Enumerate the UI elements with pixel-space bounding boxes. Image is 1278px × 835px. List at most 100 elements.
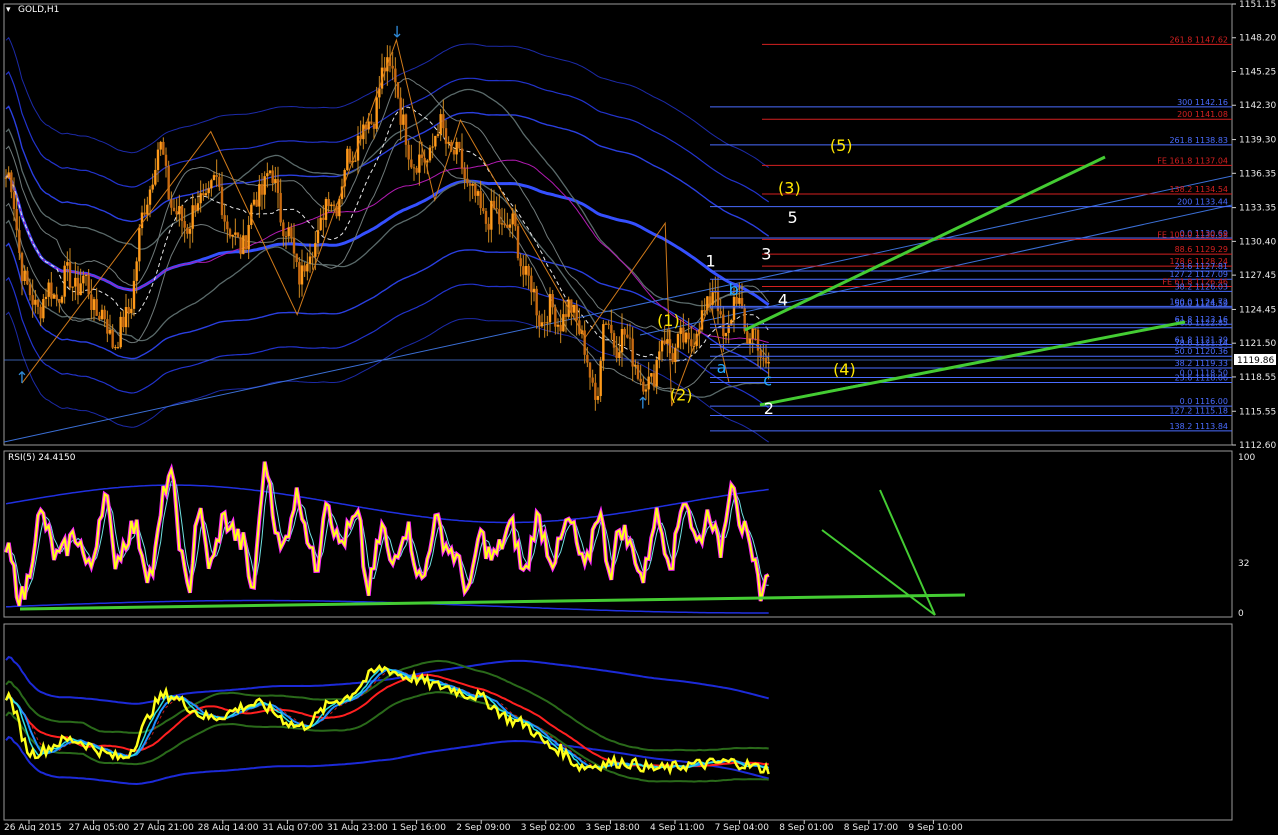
candle-body	[292, 237, 296, 254]
candle-body	[431, 146, 434, 148]
candle-body	[279, 192, 282, 223]
candle-body	[20, 252, 24, 282]
fib-level-label: 0.0 1116.00	[1180, 397, 1228, 406]
candle-body	[188, 228, 192, 234]
fib-level-label: 38.2 1119.33	[1175, 359, 1228, 368]
candle-body	[604, 323, 608, 325]
candle-body	[215, 175, 218, 177]
price-tick-label: 1148.20	[1239, 34, 1276, 44]
candle-body	[722, 314, 725, 337]
time-tick-label: 31 Aug 07:00	[262, 823, 323, 831]
candle-body	[95, 299, 98, 316]
candle-body	[444, 128, 448, 144]
candle-body	[455, 141, 458, 155]
fib-level-label: 138.2 1134.54	[1169, 185, 1228, 194]
candle-body	[631, 338, 634, 367]
candle-body	[367, 121, 370, 130]
candle-body	[500, 223, 504, 225]
candle-body	[460, 148, 464, 169]
candle-body	[172, 207, 176, 212]
candle-body	[42, 298, 45, 319]
candle-body	[754, 328, 757, 330]
candle-body	[575, 304, 578, 321]
candle-body	[330, 204, 333, 207]
candle-body	[618, 352, 621, 358]
fib-level-label: 78.6 1121.14	[1175, 338, 1228, 347]
candle-body	[639, 378, 642, 382]
candle-body	[476, 191, 480, 196]
candle-body	[468, 183, 472, 186]
candle-body	[308, 256, 312, 264]
candle-body	[687, 332, 690, 340]
candle-body	[372, 123, 376, 129]
candle-body	[276, 179, 280, 193]
candle-body	[58, 299, 61, 303]
candle-body	[164, 154, 168, 166]
candle-body	[620, 329, 624, 353]
candle-body	[26, 270, 29, 285]
candle-body	[519, 258, 522, 267]
candle-body	[114, 347, 117, 349]
rsi-scale-label: 0	[1238, 609, 1244, 619]
candle-body	[650, 373, 653, 377]
candle-body	[540, 322, 544, 327]
wave-label: c	[763, 371, 772, 390]
candle-body	[319, 217, 322, 231]
candle-body	[479, 191, 482, 209]
candle-body	[236, 232, 240, 238]
time-tick-label: 1 Sep 16:00	[392, 823, 447, 831]
candle-body	[490, 200, 493, 230]
candle-body	[36, 299, 40, 307]
candle-body	[84, 274, 88, 276]
candle-body	[426, 160, 429, 163]
fib-level-label: 200 1133.44	[1177, 198, 1228, 207]
time-tick-label: 2 Sep 09:00	[456, 823, 511, 831]
candle-body	[748, 338, 752, 344]
candle-body	[10, 172, 13, 193]
candle-body	[234, 232, 237, 235]
candle-body	[124, 307, 128, 328]
candle-body	[482, 208, 485, 212]
candle-body	[148, 189, 152, 205]
candle-body	[404, 114, 408, 145]
candle-body	[119, 316, 122, 348]
candle-body	[767, 361, 770, 364]
candle-body	[210, 180, 213, 189]
candle-body	[354, 160, 357, 162]
candle-body	[591, 377, 594, 383]
candle-body	[196, 203, 200, 211]
candle-body	[140, 212, 144, 229]
candle-body	[258, 184, 261, 207]
candle-body	[466, 178, 469, 184]
candle-body	[498, 209, 501, 225]
candle-body	[231, 234, 234, 237]
chart-window: 261.8 1147.62 300 1142.16 200 1141.08 261.8…	[0, 0, 1278, 833]
candle-body	[463, 168, 466, 179]
candle-body	[628, 337, 632, 339]
rsi-scale-label: 32	[1238, 559, 1249, 569]
candle-body	[116, 347, 120, 349]
candle-body	[458, 141, 461, 149]
candle-body	[239, 237, 242, 255]
candle-body	[415, 168, 418, 173]
candle-body	[615, 347, 618, 358]
candle-body	[487, 223, 490, 230]
candle-body	[202, 193, 205, 196]
candle-body	[602, 324, 605, 361]
candle-body	[562, 314, 565, 332]
candle-body	[260, 184, 264, 195]
candle-body	[626, 334, 629, 338]
rsi-scale-label: 100	[1238, 453, 1255, 463]
candle-body	[15, 209, 18, 231]
fractal-arrow-icon: ↑	[15, 368, 28, 387]
candle-body	[434, 135, 437, 147]
fractal-arrow-icon: ↓	[390, 23, 403, 42]
candle-body	[79, 283, 82, 296]
candle-body	[156, 149, 160, 170]
candle-body	[287, 227, 290, 237]
candle-body	[503, 223, 506, 225]
time-tick-label: 28 Aug 14:00	[198, 823, 259, 831]
candle-body	[34, 299, 37, 305]
candle-body	[538, 315, 541, 327]
candle-body	[484, 211, 488, 224]
